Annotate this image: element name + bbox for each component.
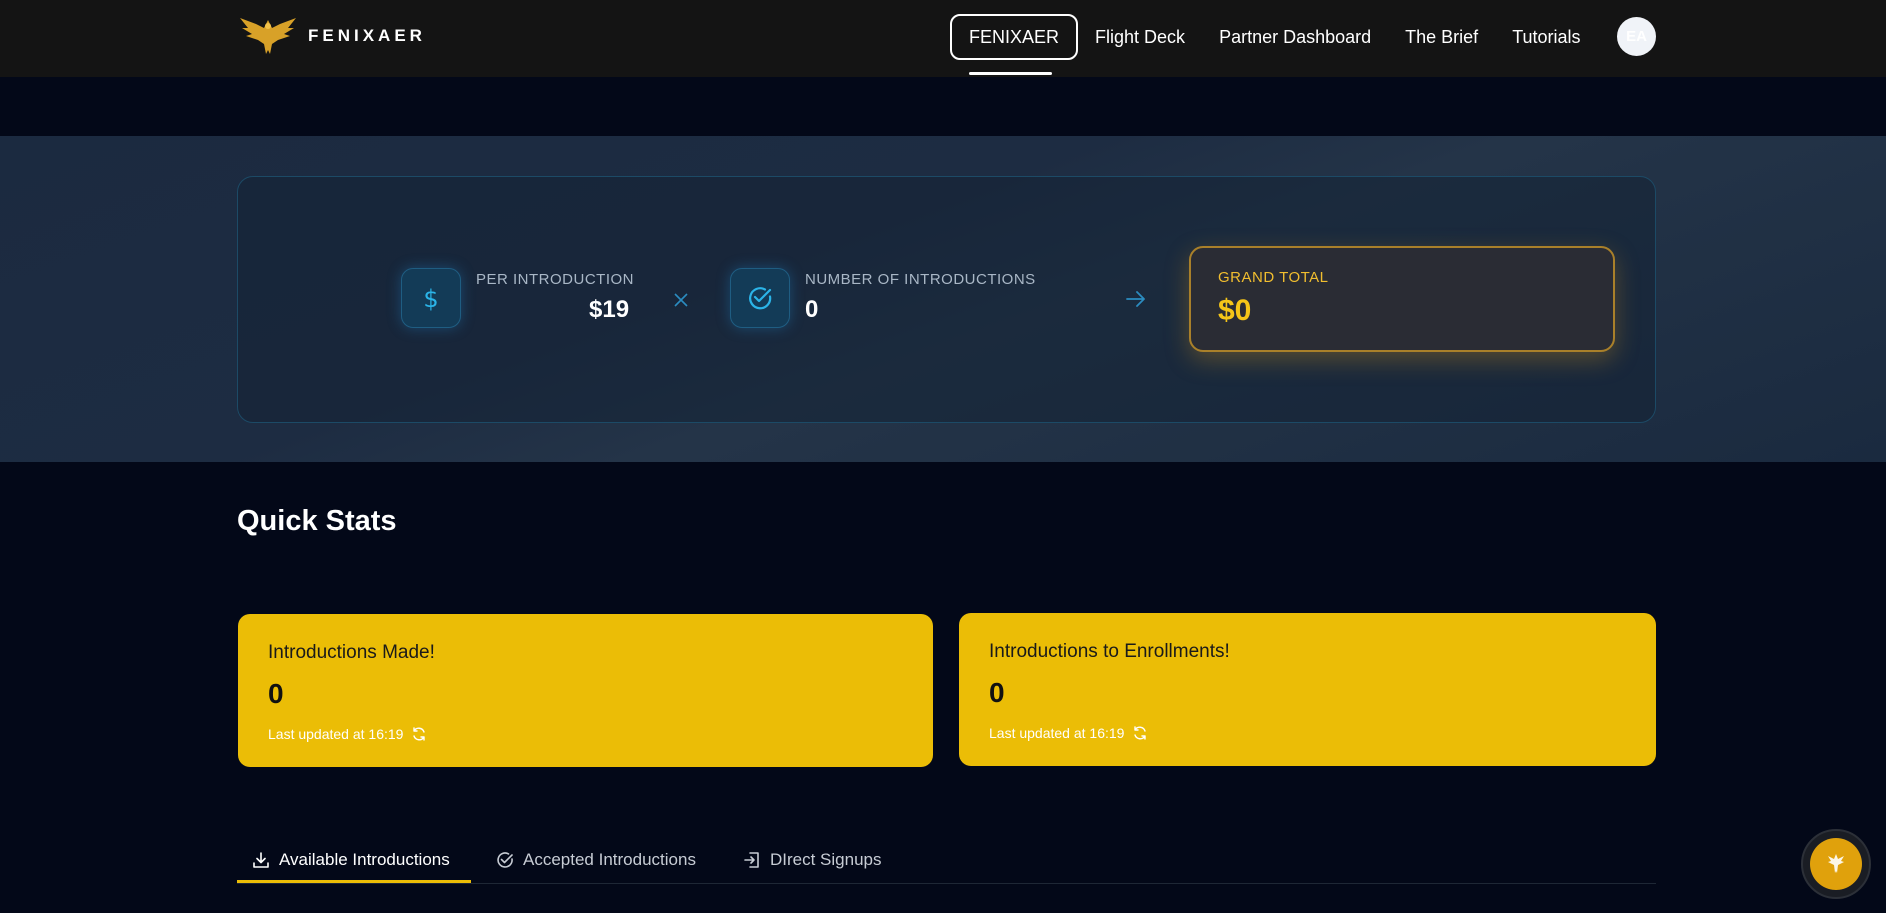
stat-card-value: 0 [989, 677, 1005, 708]
grand-total-value: $0 [1218, 294, 1252, 327]
grand-total-card: GRAND TOTAL $0 [1189, 246, 1615, 352]
multiply-icon [674, 293, 688, 307]
tab-accepted-introductions[interactable]: Accepted Introductions [495, 837, 696, 883]
brand-name: FENIXAER [308, 26, 426, 45]
grand-total-label: GRAND TOTAL [1218, 269, 1329, 286]
user-avatar[interactable]: EA [1617, 17, 1656, 56]
dollar-icon: $ [423, 285, 438, 313]
per-introduction-label: PER INTRODUCTION [476, 271, 634, 288]
refresh-icon[interactable] [411, 726, 427, 742]
tab-available-introductions[interactable]: Available Introductions [251, 837, 450, 883]
stat-card-value: 0 [268, 678, 284, 709]
nav-item-flight-deck[interactable]: Flight Deck [1078, 14, 1202, 60]
active-nav-indicator [969, 72, 1052, 75]
active-tab-indicator [237, 880, 471, 883]
introductions-tabs: Available Introductions Accepted Introdu… [237, 837, 1656, 884]
check-circle-icon [497, 852, 513, 868]
check-icon-box [730, 268, 790, 328]
nav-item-tutorials[interactable]: Tutorials [1495, 14, 1597, 60]
number-of-introductions-label: NUMBER OF INTRODUCTIONS [805, 271, 1036, 288]
tab-direct-signups[interactable]: DIrect Signups [742, 837, 882, 883]
dollar-icon-box: $ [401, 268, 461, 328]
quick-stats-title: Quick Stats [237, 505, 397, 537]
check-circle-icon [749, 287, 772, 310]
brand-logo[interactable]: FENIXAER [236, 14, 426, 58]
tab-label: Accepted Introductions [523, 850, 696, 869]
stat-card-title: Introductions Made! [268, 642, 435, 663]
nav-item-the-brief[interactable]: The Brief [1388, 14, 1495, 60]
per-introduction-value: $19 [589, 296, 630, 323]
stat-card-title: Introductions to Enrollments! [989, 641, 1230, 662]
phoenix-emblem-icon [1810, 838, 1862, 890]
main-nav: FENIXAER Flight Deck Partner Dashboard T… [950, 13, 1598, 61]
floating-assistant-button[interactable] [1801, 829, 1871, 899]
number-of-introductions-value: 0 [805, 296, 819, 323]
stat-card-introductions-to-enrollments: Introductions to Enrollments! 0 Last upd… [959, 613, 1656, 766]
tab-label: DIrect Signups [770, 850, 882, 869]
tab-label: Available Introductions [279, 850, 450, 869]
svg-text:$: $ [423, 285, 438, 313]
stat-card-updated: Last updated at 16:19 [268, 726, 427, 742]
stat-card-introductions-made: Introductions Made! 0 Last updated at 16… [238, 614, 933, 767]
phoenix-logo-icon [240, 18, 296, 54]
arrow-right-icon [1126, 291, 1145, 307]
download-icon [253, 852, 269, 868]
stat-card-updated: Last updated at 16:19 [989, 725, 1148, 741]
sign-in-icon [744, 852, 759, 868]
last-updated-text: Last updated at 16:19 [268, 726, 404, 742]
top-navbar: FENIXAER FENIXAER Flight Deck Partner Da… [0, 0, 1886, 77]
nav-item-fenixaer[interactable]: FENIXAER [950, 14, 1079, 60]
refresh-icon[interactable] [1132, 725, 1148, 741]
nav-item-partner-dashboard[interactable]: Partner Dashboard [1202, 14, 1388, 60]
last-updated-text: Last updated at 16:19 [989, 725, 1125, 741]
